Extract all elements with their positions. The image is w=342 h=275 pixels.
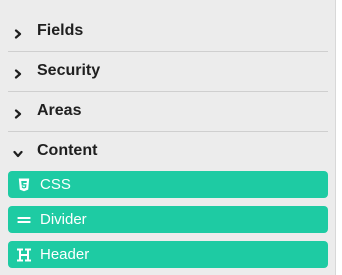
heading-icon <box>16 247 32 263</box>
section-label: Areas <box>37 102 82 119</box>
component-sidebar: Fields Security Areas Content CSS Divide… <box>0 0 336 275</box>
equals-icon <box>16 212 32 228</box>
chevron-right-icon <box>13 106 23 119</box>
section-areas[interactable]: Areas <box>8 91 328 131</box>
css3-icon <box>16 177 32 193</box>
chevron-down-icon <box>13 146 23 158</box>
section-fields[interactable]: Fields <box>8 11 328 51</box>
section-security[interactable]: Security <box>8 51 328 91</box>
content-item-divider[interactable]: Divider <box>8 206 328 233</box>
item-label: Header <box>40 246 90 263</box>
chevron-right-icon <box>13 26 23 39</box>
section-content[interactable]: Content <box>8 131 328 171</box>
content-item-header[interactable]: Header <box>8 241 328 268</box>
section-label: Content <box>37 142 98 159</box>
item-label: Divider <box>40 211 87 228</box>
chevron-right-icon <box>13 66 23 79</box>
item-label: CSS <box>40 176 71 193</box>
section-label: Security <box>37 62 101 79</box>
section-label: Fields <box>37 22 84 39</box>
content-item-css[interactable]: CSS <box>8 171 328 198</box>
